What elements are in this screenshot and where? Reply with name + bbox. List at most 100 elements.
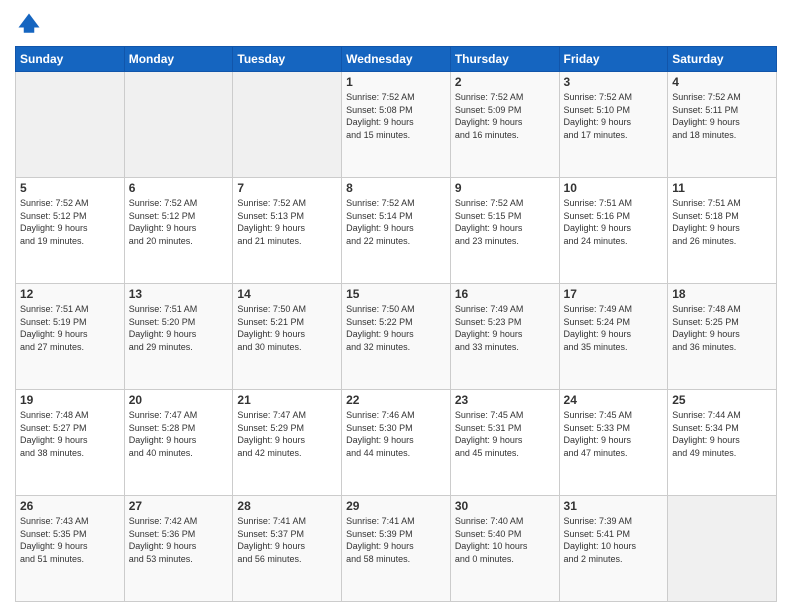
- header: [15, 10, 777, 38]
- week-row-5: 26 Sunrise: 7:43 AM Sunset: 5:35 PM Dayli…: [16, 496, 777, 602]
- day-number: 3: [564, 75, 664, 89]
- day-info: Sunrise: 7:47 AM Sunset: 5:29 PM Dayligh…: [237, 409, 337, 459]
- calendar-cell: 31 Sunrise: 7:39 AM Sunset: 5:41 PM Dayli…: [559, 496, 668, 602]
- day-info: Sunrise: 7:41 AM Sunset: 5:37 PM Dayligh…: [237, 515, 337, 565]
- calendar-cell: 10 Sunrise: 7:51 AM Sunset: 5:16 PM Dayli…: [559, 178, 668, 284]
- day-info: Sunrise: 7:48 AM Sunset: 5:25 PM Dayligh…: [672, 303, 772, 353]
- day-info: Sunrise: 7:46 AM Sunset: 5:30 PM Dayligh…: [346, 409, 446, 459]
- calendar-cell: 22 Sunrise: 7:46 AM Sunset: 5:30 PM Dayli…: [342, 390, 451, 496]
- day-info: Sunrise: 7:52 AM Sunset: 5:12 PM Dayligh…: [129, 197, 229, 247]
- day-info: Sunrise: 7:45 AM Sunset: 5:33 PM Dayligh…: [564, 409, 664, 459]
- day-number: 18: [672, 287, 772, 301]
- weekday-header-saturday: Saturday: [668, 47, 777, 72]
- week-row-3: 12 Sunrise: 7:51 AM Sunset: 5:19 PM Dayli…: [16, 284, 777, 390]
- weekday-header-friday: Friday: [559, 47, 668, 72]
- weekday-header-sunday: Sunday: [16, 47, 125, 72]
- calendar-cell: 1 Sunrise: 7:52 AM Sunset: 5:08 PM Daylig…: [342, 72, 451, 178]
- day-info: Sunrise: 7:39 AM Sunset: 5:41 PM Dayligh…: [564, 515, 664, 565]
- weekday-header-tuesday: Tuesday: [233, 47, 342, 72]
- day-number: 2: [455, 75, 555, 89]
- day-number: 31: [564, 499, 664, 513]
- day-info: Sunrise: 7:52 AM Sunset: 5:15 PM Dayligh…: [455, 197, 555, 247]
- day-info: Sunrise: 7:52 AM Sunset: 5:08 PM Dayligh…: [346, 91, 446, 141]
- calendar-cell: 3 Sunrise: 7:52 AM Sunset: 5:10 PM Daylig…: [559, 72, 668, 178]
- week-row-2: 5 Sunrise: 7:52 AM Sunset: 5:12 PM Daylig…: [16, 178, 777, 284]
- day-info: Sunrise: 7:49 AM Sunset: 5:23 PM Dayligh…: [455, 303, 555, 353]
- calendar-cell: [233, 72, 342, 178]
- day-number: 9: [455, 181, 555, 195]
- day-number: 24: [564, 393, 664, 407]
- calendar-cell: 11Sunrise: 7:51 AM Sunset: 5:18 PM Dayli…: [668, 178, 777, 284]
- day-info: Sunrise: 7:52 AM Sunset: 5:10 PM Dayligh…: [564, 91, 664, 141]
- day-info: Sunrise: 7:51 AM Sunset: 5:20 PM Dayligh…: [129, 303, 229, 353]
- day-number: 1: [346, 75, 446, 89]
- calendar-cell: 14 Sunrise: 7:50 AM Sunset: 5:21 PM Dayli…: [233, 284, 342, 390]
- calendar-cell: 29Sunrise: 7:41 AM Sunset: 5:39 PM Dayli…: [342, 496, 451, 602]
- calendar-table: SundayMondayTuesdayWednesdayThursdayFrid…: [15, 46, 777, 602]
- page: SundayMondayTuesdayWednesdayThursdayFrid…: [0, 0, 792, 612]
- day-number: 27: [129, 499, 229, 513]
- calendar-cell: [668, 496, 777, 602]
- calendar-cell: 5Sunrise: 7:52 AM Sunset: 5:12 PM Daylig…: [16, 178, 125, 284]
- day-info: Sunrise: 7:50 AM Sunset: 5:22 PM Dayligh…: [346, 303, 446, 353]
- day-number: 28: [237, 499, 337, 513]
- calendar-cell: 20 Sunrise: 7:47 AM Sunset: 5:28 PM Dayli…: [124, 390, 233, 496]
- day-number: 15: [346, 287, 446, 301]
- day-info: Sunrise: 7:52 AM Sunset: 5:11 PM Dayligh…: [672, 91, 772, 141]
- calendar-cell: 4 Sunrise: 7:52 AM Sunset: 5:11 PM Daylig…: [668, 72, 777, 178]
- day-number: 17: [564, 287, 664, 301]
- calendar-cell: 15 Sunrise: 7:50 AM Sunset: 5:22 PM Dayli…: [342, 284, 451, 390]
- day-number: 26: [20, 499, 120, 513]
- weekday-header-thursday: Thursday: [450, 47, 559, 72]
- day-number: 12: [20, 287, 120, 301]
- day-number: 19: [20, 393, 120, 407]
- calendar-cell: 30 Sunrise: 7:40 AM Sunset: 5:40 PM Dayli…: [450, 496, 559, 602]
- weekday-header-row: SundayMondayTuesdayWednesdayThursdayFrid…: [16, 47, 777, 72]
- weekday-header-wednesday: Wednesday: [342, 47, 451, 72]
- calendar-cell: 6Sunrise: 7:52 AM Sunset: 5:12 PM Daylig…: [124, 178, 233, 284]
- day-number: 29: [346, 499, 446, 513]
- calendar-cell: 12 Sunrise: 7:51 AM Sunset: 5:19 PM Dayli…: [16, 284, 125, 390]
- day-number: 21: [237, 393, 337, 407]
- day-number: 16: [455, 287, 555, 301]
- day-info: Sunrise: 7:51 AM Sunset: 5:19 PM Dayligh…: [20, 303, 120, 353]
- day-info: Sunrise: 7:51 AM Sunset: 5:18 PM Dayligh…: [672, 197, 772, 247]
- day-info: Sunrise: 7:51 AM Sunset: 5:16 PM Dayligh…: [564, 197, 664, 247]
- calendar-cell: 23Sunrise: 7:45 AM Sunset: 5:31 PM Dayli…: [450, 390, 559, 496]
- calendar-cell: 27 Sunrise: 7:42 AM Sunset: 5:36 PM Dayli…: [124, 496, 233, 602]
- calendar-cell: 7 Sunrise: 7:52 AM Sunset: 5:13 PM Daylig…: [233, 178, 342, 284]
- day-info: Sunrise: 7:50 AM Sunset: 5:21 PM Dayligh…: [237, 303, 337, 353]
- calendar-cell: 16 Sunrise: 7:49 AM Sunset: 5:23 PM Dayli…: [450, 284, 559, 390]
- calendar-cell: [16, 72, 125, 178]
- weekday-header-monday: Monday: [124, 47, 233, 72]
- day-number: 30: [455, 499, 555, 513]
- day-info: Sunrise: 7:47 AM Sunset: 5:28 PM Dayligh…: [129, 409, 229, 459]
- day-info: Sunrise: 7:44 AM Sunset: 5:34 PM Dayligh…: [672, 409, 772, 459]
- calendar-cell: 24 Sunrise: 7:45 AM Sunset: 5:33 PM Dayli…: [559, 390, 668, 496]
- calendar-cell: 18 Sunrise: 7:48 AM Sunset: 5:25 PM Dayli…: [668, 284, 777, 390]
- calendar-cell: 19 Sunrise: 7:48 AM Sunset: 5:27 PM Dayli…: [16, 390, 125, 496]
- calendar-cell: 2 Sunrise: 7:52 AM Sunset: 5:09 PM Daylig…: [450, 72, 559, 178]
- day-number: 20: [129, 393, 229, 407]
- day-info: Sunrise: 7:52 AM Sunset: 5:13 PM Dayligh…: [237, 197, 337, 247]
- day-number: 7: [237, 181, 337, 195]
- calendar-cell: 8Sunrise: 7:52 AM Sunset: 5:14 PM Daylig…: [342, 178, 451, 284]
- day-info: Sunrise: 7:40 AM Sunset: 5:40 PM Dayligh…: [455, 515, 555, 565]
- day-number: 5: [20, 181, 120, 195]
- week-row-4: 19 Sunrise: 7:48 AM Sunset: 5:27 PM Dayli…: [16, 390, 777, 496]
- day-info: Sunrise: 7:49 AM Sunset: 5:24 PM Dayligh…: [564, 303, 664, 353]
- day-info: Sunrise: 7:52 AM Sunset: 5:14 PM Dayligh…: [346, 197, 446, 247]
- day-number: 4: [672, 75, 772, 89]
- calendar-cell: 25 Sunrise: 7:44 AM Sunset: 5:34 PM Dayli…: [668, 390, 777, 496]
- day-info: Sunrise: 7:52 AM Sunset: 5:09 PM Dayligh…: [455, 91, 555, 141]
- day-info: Sunrise: 7:42 AM Sunset: 5:36 PM Dayligh…: [129, 515, 229, 565]
- day-number: 22: [346, 393, 446, 407]
- day-number: 25: [672, 393, 772, 407]
- calendar-cell: 9 Sunrise: 7:52 AM Sunset: 5:15 PM Daylig…: [450, 178, 559, 284]
- day-number: 14: [237, 287, 337, 301]
- day-info: Sunrise: 7:48 AM Sunset: 5:27 PM Dayligh…: [20, 409, 120, 459]
- calendar-cell: 13Sunrise: 7:51 AM Sunset: 5:20 PM Dayli…: [124, 284, 233, 390]
- day-info: Sunrise: 7:43 AM Sunset: 5:35 PM Dayligh…: [20, 515, 120, 565]
- logo: [15, 10, 47, 38]
- day-number: 10: [564, 181, 664, 195]
